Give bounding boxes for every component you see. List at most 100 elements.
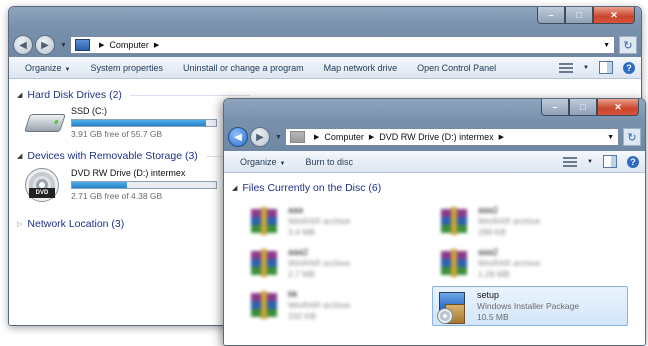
view-controls: ▼ ?: [563, 155, 639, 168]
maximize-button[interactable]: □: [565, 7, 593, 24]
drive-usage-fill: [72, 182, 127, 188]
file-type: WinRAR archive: [288, 300, 351, 310]
close-button[interactable]: ✕: [597, 99, 639, 116]
file-item[interactable]: aaa2 WinRAR archive 2.7 MB: [244, 244, 440, 284]
close-button[interactable]: ✕: [593, 7, 635, 24]
back-button[interactable]: ◀: [228, 127, 248, 147]
dvd-logo: DVD: [29, 188, 55, 198]
group-label: Devices with Removable Storage (3): [27, 150, 198, 162]
winrar-archive-icon: [438, 247, 470, 279]
recent-pages-dropdown[interactable]: ▼: [275, 134, 282, 141]
uninstall-program-button[interactable]: Uninstall or change a program: [173, 63, 314, 73]
burn-to-disc-button[interactable]: Burn to disc: [295, 157, 363, 167]
drive-free-space: 2.71 GB free of 4.38 GB: [71, 191, 163, 201]
caption-buttons: – □ ✕: [537, 7, 635, 24]
help-icon[interactable]: ?: [623, 61, 635, 74]
minimize-button[interactable]: –: [537, 7, 565, 24]
caption-buttons: – □ ✕: [541, 99, 639, 116]
file-item-setup[interactable]: setup Windows Installer Package 10.5 MB: [432, 286, 628, 326]
file-size: 1.28 MB: [478, 269, 510, 279]
winrar-archive-icon: [248, 205, 280, 237]
address-dropdown-icon[interactable]: ▼: [603, 42, 610, 49]
change-view-icon[interactable]: [563, 156, 578, 167]
group-label: Hard Disk Drives (2): [27, 89, 122, 101]
winrar-archive-icon: [438, 205, 470, 237]
organize-label: Organize: [25, 62, 62, 73]
forward-button[interactable]: ▶: [35, 35, 55, 55]
address-bar[interactable]: ▶ Computer ▶ ▼: [69, 36, 615, 54]
command-bar: Organize ▼ Burn to disc ▼ ?: [224, 151, 645, 173]
refresh-button[interactable]: ↻: [623, 128, 641, 146]
chevron-down-icon: ▼: [279, 160, 286, 167]
drive-item-d[interactable]: DVD DVD RW Drive (D:) intermex 2.71 GB f…: [23, 166, 217, 202]
computer-icon: [74, 39, 90, 51]
file-type: WinRAR archive: [288, 216, 351, 226]
back-button[interactable]: ◀: [13, 35, 33, 55]
breadcrumb-computer[interactable]: Computer: [109, 40, 149, 50]
file-item[interactable]: aaa2 WinRAR archive 289 KB: [434, 202, 630, 242]
expand-triangle-icon: ◢: [17, 153, 23, 160]
group-files-on-disc[interactable]: ◢ Files Currently on the Disc (6): [232, 182, 381, 194]
refresh-button[interactable]: ↻: [619, 36, 637, 54]
refresh-icon: ↻: [627, 131, 637, 144]
breadcrumb-dvd-drive[interactable]: DVD RW Drive (D:) intermex: [379, 132, 493, 142]
address-bar[interactable]: ▶ Computer ▶ DVD RW Drive (D:) intermex …: [284, 128, 619, 146]
chevron-down-icon: ▼: [64, 66, 71, 73]
file-size: 3.4 MB: [288, 227, 315, 237]
file-item[interactable]: aaa WinRAR archive 3.4 MB: [244, 202, 440, 242]
drive-free-space: 3.91 GB free of 55.7 GB: [71, 129, 163, 139]
drive-name: SSD (C:): [71, 106, 107, 116]
chevron-down-icon[interactable]: ▼: [583, 65, 589, 71]
breadcrumb-chevron-icon[interactable]: ▶: [154, 41, 159, 49]
breadcrumb-chevron-icon[interactable]: ▶: [314, 133, 319, 141]
refresh-icon: ↻: [623, 39, 633, 52]
file-name: bk: [288, 289, 298, 299]
group-network-location[interactable]: ▷ Network Location (3): [17, 218, 124, 230]
group-divider: [129, 94, 250, 96]
window-frame: – □ ✕ ◀ ▶ ▼ ▶ Computer ▶ ▼ ↻: [9, 7, 641, 57]
organize-button[interactable]: Organize ▼: [15, 63, 80, 73]
organize-button[interactable]: Organize ▼: [230, 157, 295, 167]
recent-pages-dropdown[interactable]: ▼: [60, 42, 67, 49]
file-name: aaa2: [288, 247, 309, 257]
back-arrow-icon: ◀: [19, 39, 27, 51]
view-controls: ▼ ?: [559, 61, 635, 74]
system-properties-button[interactable]: System properties: [80, 63, 173, 73]
expand-triangle-icon: ◢: [17, 92, 23, 99]
group-hard-disk-drives[interactable]: ◢ Hard Disk Drives (2): [17, 89, 250, 101]
file-name: aaa: [288, 205, 304, 215]
file-name: setup: [477, 290, 500, 300]
drive-item-c[interactable]: SSD (C:) 3.91 GB free of 55.7 GB: [23, 104, 217, 140]
drive-name: DVD RW Drive (D:) intermex: [71, 168, 186, 178]
minimize-button[interactable]: –: [541, 99, 569, 116]
drive-usage-bar: [71, 181, 217, 189]
open-control-panel-button[interactable]: Open Control Panel: [407, 63, 506, 73]
change-view-icon[interactable]: [559, 62, 574, 73]
preview-pane-icon[interactable]: [603, 155, 617, 168]
expand-triangle-icon: ◢: [232, 185, 238, 192]
forward-button[interactable]: ▶: [250, 127, 270, 147]
breadcrumb-chevron-icon[interactable]: ▶: [99, 41, 104, 49]
breadcrumb-computer[interactable]: Computer: [324, 132, 364, 142]
map-network-drive-button[interactable]: Map network drive: [314, 63, 408, 73]
file-size: 2.7 MB: [288, 269, 315, 279]
breadcrumb-chevron-icon[interactable]: ▶: [369, 133, 374, 141]
breadcrumb-chevron-icon[interactable]: ▶: [499, 133, 504, 141]
address-dropdown-icon[interactable]: ▼: [607, 134, 614, 141]
chevron-down-icon[interactable]: ▼: [587, 159, 593, 165]
forward-arrow-icon: ▶: [256, 131, 264, 143]
navigation-bar: ◀ ▶ ▼ ▶ Computer ▶ ▼ ↻: [13, 35, 637, 55]
file-name: aaa2: [478, 205, 499, 215]
maximize-button[interactable]: □: [569, 99, 597, 116]
file-item[interactable]: aaa2 WinRAR archive 1.28 MB: [434, 244, 630, 284]
drive-icon: [289, 131, 305, 143]
window-frame: – □ ✕ ◀ ▶ ▼ ▶ Computer ▶ DVD RW Drive (D…: [224, 99, 645, 151]
dvd-drive-window: – □ ✕ ◀ ▶ ▼ ▶ Computer ▶ DVD RW Drive (D…: [223, 98, 646, 346]
file-type: WinRAR archive: [478, 258, 541, 268]
file-item[interactable]: bk WinRAR archive 232 KB: [244, 286, 440, 326]
help-icon[interactable]: ?: [627, 155, 639, 168]
drive-usage-bar: [71, 119, 217, 127]
forward-arrow-icon: ▶: [41, 39, 49, 51]
file-name: aaa2: [478, 247, 499, 257]
preview-pane-icon[interactable]: [599, 61, 613, 74]
